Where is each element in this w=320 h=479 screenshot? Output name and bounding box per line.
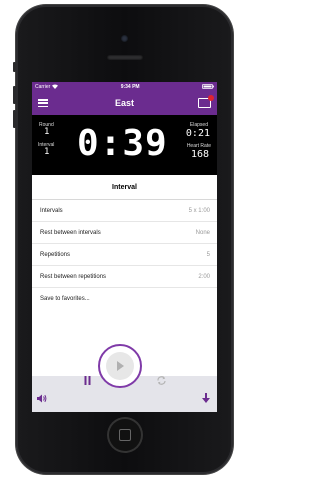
volume-up-button xyxy=(13,86,16,104)
row-value: None xyxy=(195,229,210,236)
device-icon[interactable] xyxy=(198,95,214,108)
interval-value: 1 xyxy=(44,147,50,157)
elapsed-value: 0:21 xyxy=(185,128,210,139)
home-button[interactable] xyxy=(107,417,143,453)
row-label: Intervals xyxy=(40,207,63,214)
row-value: 2:00 xyxy=(198,273,210,280)
home-square-icon xyxy=(119,429,131,441)
wifi-icon xyxy=(52,84,59,89)
menu-icon[interactable] xyxy=(38,99,48,107)
row-label: Rest between intervals xyxy=(40,229,101,236)
play-button-inner xyxy=(106,352,134,380)
main-timer: 0:39 xyxy=(77,123,168,164)
list-item-rest-between-repetitions[interactable]: Rest between repetitions 2:00 xyxy=(32,266,217,288)
playback-controls xyxy=(32,338,217,412)
carrier-label: Carrier xyxy=(35,83,51,90)
save-to-favorites-button[interactable]: Save to favorites... xyxy=(32,288,217,310)
repeat-icon[interactable] xyxy=(156,375,167,386)
pause-icon[interactable] xyxy=(84,376,91,385)
play-button[interactable] xyxy=(98,344,142,388)
notification-badge xyxy=(208,95,214,101)
front-camera xyxy=(121,35,128,42)
list-item-rest-between-intervals[interactable]: Rest between intervals None xyxy=(32,222,217,244)
row-value: 5 xyxy=(206,251,210,258)
list-item-intervals[interactable]: Intervals 5 x 1:00 xyxy=(32,200,217,222)
mute-switch xyxy=(13,62,16,72)
section-title: Interval xyxy=(32,175,217,200)
round-value: 1 xyxy=(44,127,50,137)
heart-rate-value: 168 xyxy=(190,149,209,160)
nav-bar: East xyxy=(32,91,217,115)
download-icon[interactable] xyxy=(202,393,210,403)
list-item-repetitions[interactable]: Repetitions 5 xyxy=(32,244,217,266)
earpiece-speaker xyxy=(107,55,143,60)
page-title: East xyxy=(114,98,134,108)
row-label: Rest between repetitions xyxy=(40,273,107,280)
carrier-info: Carrier xyxy=(35,83,59,90)
volume-icon[interactable] xyxy=(37,394,47,403)
status-bar: Carrier 9:34 PM xyxy=(32,82,217,91)
volume-down-button xyxy=(13,110,16,128)
status-time: 9:34 PM xyxy=(120,83,140,90)
play-icon xyxy=(117,361,124,371)
row-label: Save to favorites... xyxy=(40,296,90,302)
row-label: Repetitions xyxy=(40,251,71,258)
row-value: 5 x 1:00 xyxy=(188,207,210,214)
app-screen: Carrier 9:34 PM East Round 1 Interval 1 … xyxy=(32,82,217,412)
battery-icon xyxy=(202,84,214,89)
timer-display: Round 1 Interval 1 0:39 Elapsed 0:21 Hea… xyxy=(32,115,217,175)
